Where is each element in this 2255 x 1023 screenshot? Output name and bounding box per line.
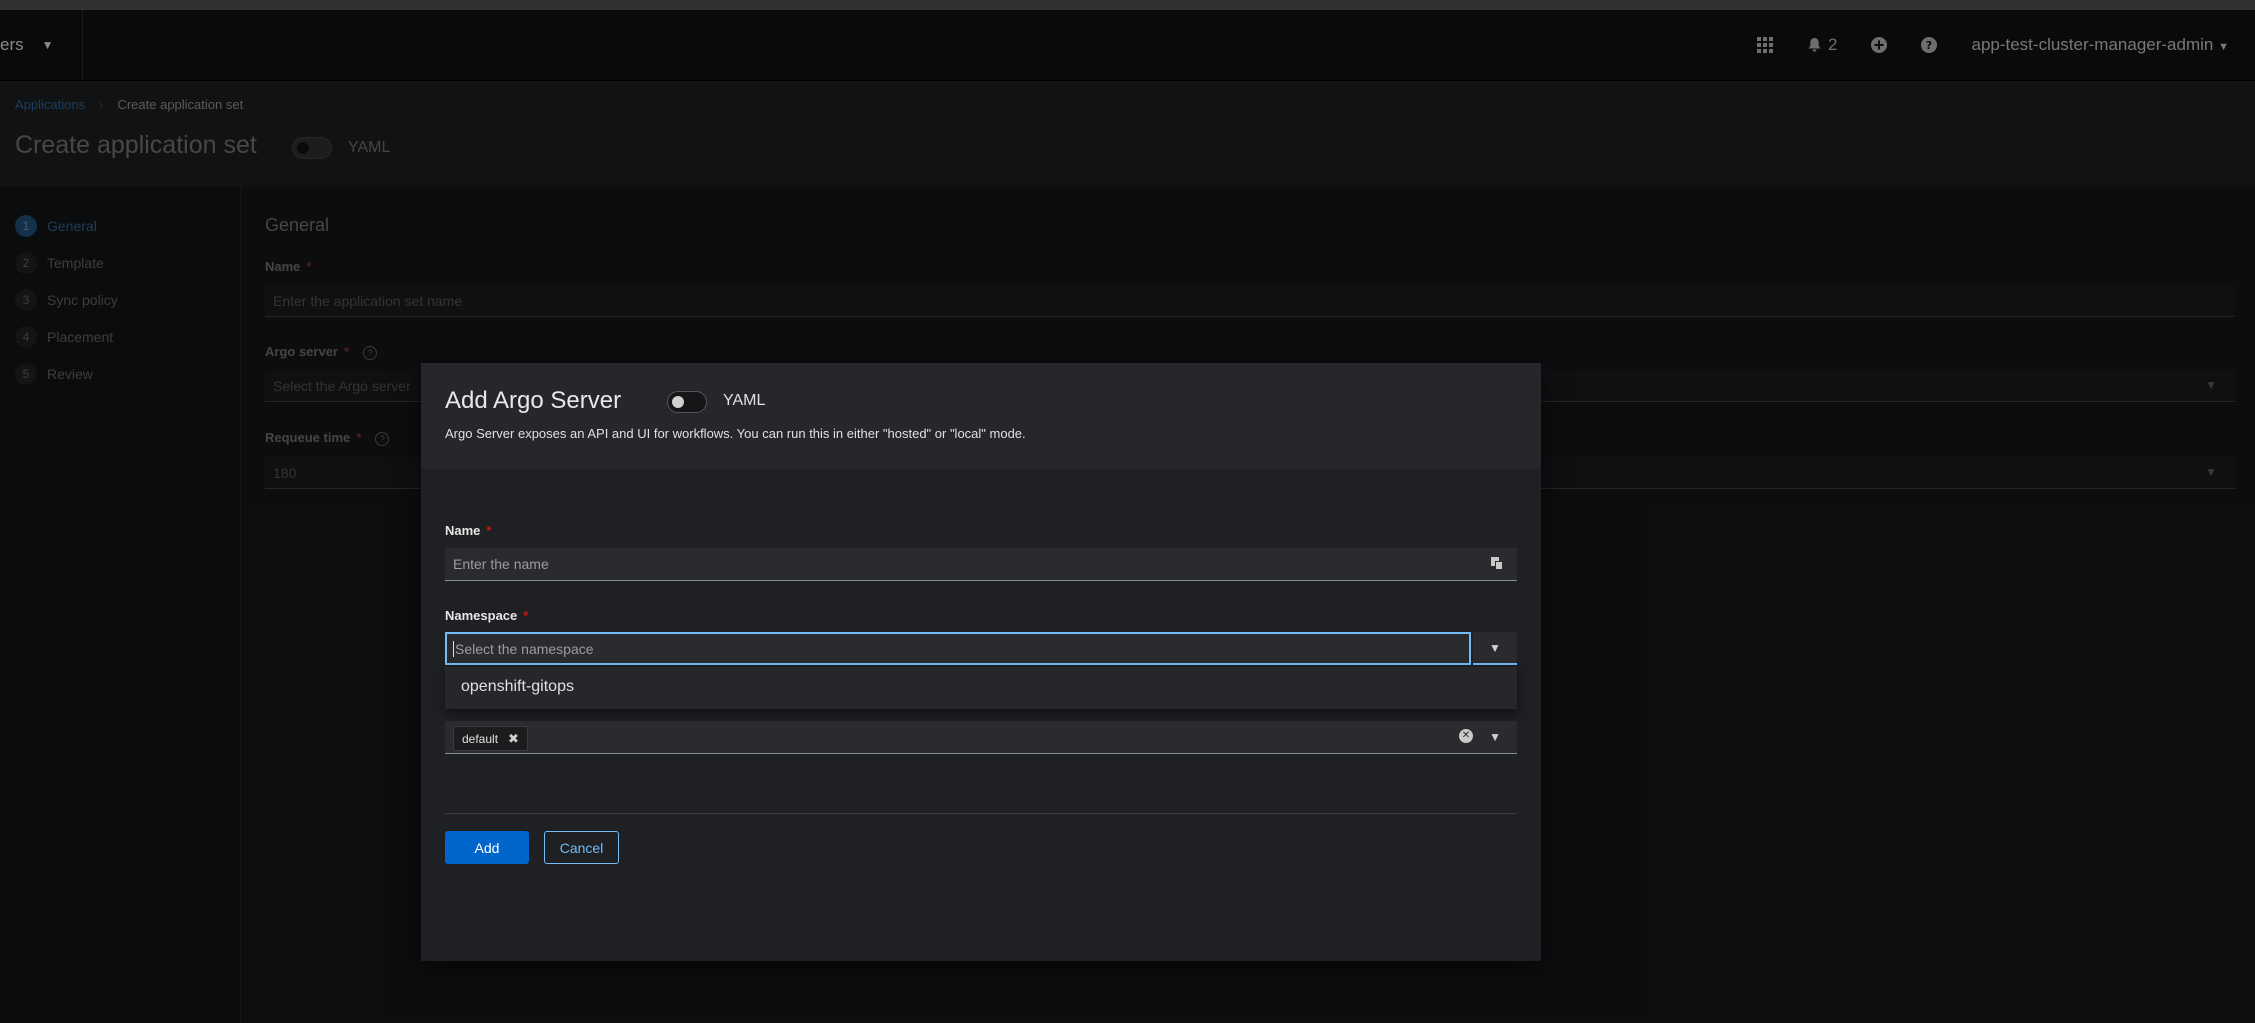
modal-name-label: Name * (445, 523, 491, 538)
modal-yaml-toggle[interactable] (667, 391, 707, 413)
modal-description: Argo Server exposes an API and UI for wo… (445, 426, 1026, 441)
caret-down-icon[interactable]: ▼ (1489, 730, 1501, 744)
modal-yaml-label: YAML (723, 392, 766, 409)
add-button[interactable]: Add (445, 831, 529, 864)
namespace-placeholder: Select the namespace (455, 640, 594, 657)
argo-server-name-input[interactable]: Enter the name (445, 548, 1517, 581)
namespace-label: Namespace * (445, 608, 528, 623)
required-marker: * (523, 608, 529, 623)
clear-all-icon[interactable]: ✕ (1459, 729, 1473, 743)
chip-default: default ✖ (453, 726, 528, 751)
chip-label: default (462, 731, 499, 746)
add-argo-server-modal: Add Argo Server YAML Argo Server exposes… (421, 363, 1541, 961)
caret-down-icon: ▼ (1489, 640, 1501, 655)
toggle-knob (672, 396, 684, 408)
namespace-options-menu: openshift-gitops (445, 667, 1517, 709)
modal-title: Add Argo Server (445, 387, 622, 414)
argo-server-name-placeholder: Enter the name (453, 556, 549, 572)
modal-divider (445, 813, 1517, 814)
required-marker: * (486, 523, 492, 538)
modal-header: Add Argo Server YAML Argo Server exposes… (421, 363, 1541, 469)
text-cursor (453, 640, 454, 657)
namespace-option[interactable]: openshift-gitops (461, 678, 574, 696)
paste-icon[interactable] (1491, 557, 1503, 573)
chip-remove-icon[interactable]: ✖ (508, 731, 519, 747)
modal-name-label-text: Name (445, 523, 481, 538)
namespace-typeahead-input[interactable]: Select the namespace (445, 632, 1471, 665)
namespace-dropdown-toggle[interactable]: ▼ (1473, 632, 1517, 665)
cancel-button[interactable]: Cancel (544, 831, 619, 864)
namespaces-chip-group-select[interactable]: default ✖ ✕ ▼ (445, 721, 1517, 754)
modal-yaml-toggle-wrap (667, 391, 707, 418)
namespace-label-text: Namespace (445, 608, 518, 623)
